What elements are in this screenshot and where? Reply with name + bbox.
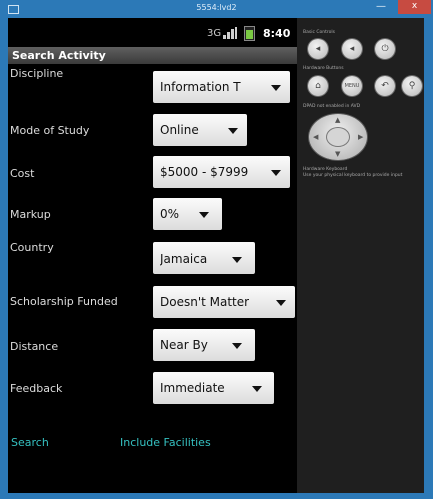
include-facilities-link[interactable]: Include Facilities [120,436,211,449]
scholarship-funded-label: Scholarship Funded [10,295,118,308]
minimize-button[interactable]: — [370,2,392,15]
feedback-label: Feedback [10,382,63,395]
country-spinner[interactable]: Jamaica [153,242,255,274]
mode-of-study-value: Online [160,123,199,137]
arrow-left-icon[interactable]: ◀ [313,133,318,141]
distance-value: Near By [160,338,208,352]
distance-label: Distance [10,340,59,353]
keyboard-title: Hardware Keyboard [303,167,348,172]
speaker-low-icon[interactable]: ◂ [308,39,328,59]
chevron-down-icon [271,170,281,176]
discipline-value: Information T [160,80,241,94]
chevron-down-icon [271,85,281,91]
hardware-buttons-label: Hardware Buttons [303,66,344,71]
dpad-status-label: DPAD not enabled in AVD [303,104,361,109]
chevron-down-icon [276,300,286,306]
mode-of-study-spinner[interactable]: Online [153,114,247,146]
arrow-up-icon[interactable]: ▲ [335,116,340,124]
signal-strength-icon [223,27,237,39]
discipline-label: Discipline [10,67,64,80]
markup-label: Markup [10,208,51,221]
scholarship-funded-spinner[interactable]: Doesn't Matter [153,286,295,318]
chevron-down-icon [232,343,242,349]
markup-value: 0% [160,207,180,221]
window-border-bottom [0,493,433,499]
window-title: 5554:lvd2 [196,3,237,12]
chevron-down-icon [228,128,238,134]
home-icon[interactable]: ⌂ [308,76,328,96]
app-title-bar: Search Activity [8,47,297,64]
power-icon[interactable]: ⏻ [375,39,395,59]
keyboard-hint: Use your physical keyboard to provide in… [303,173,403,178]
country-value: Jamaica [160,252,208,266]
markup-spinner[interactable]: 0% [153,198,222,230]
window-title-bar: 5554:lvd2 — x [0,0,433,18]
search-icon[interactable]: ⚲ [402,76,422,96]
network-type-indicator: 3G [207,28,222,39]
status-bar: 3G 8:40 [8,18,297,46]
phone-screen: 3G 8:40 Search Activity Discipline Infor… [8,18,297,493]
cost-label: Cost [10,167,35,180]
arrow-down-icon[interactable]: ▼ [335,150,340,158]
menu-icon[interactable]: MENU [342,76,362,96]
close-button[interactable]: x [398,0,431,14]
dpad-center-button[interactable] [327,128,349,146]
discipline-spinner[interactable]: Information T [153,71,290,103]
speaker-high-icon[interactable]: ◂ [342,39,362,59]
basic-controls-label: Basic Controls [303,30,335,35]
window-border-left [0,18,8,499]
chevron-down-icon [199,212,209,218]
distance-spinner[interactable]: Near By [153,329,255,361]
feedback-value: Immediate [160,381,225,395]
scholarship-funded-value: Doesn't Matter [160,295,250,309]
cost-value: $5000 - $7999 [160,165,249,179]
status-time: 8:40 [263,27,291,40]
emulator-window: 5554:lvd2 — x 3G 8:40 Search Activity Di… [0,0,433,499]
arrow-right-icon[interactable]: ▶ [358,133,363,141]
country-label: Country [10,241,54,254]
emulator-control-panel: Basic Controls ◂ ◂ ⏻ Hardware Buttons ⌂ … [297,18,424,493]
back-icon[interactable]: ↶ [375,76,395,96]
mode-of-study-label: Mode of Study [10,124,90,137]
feedback-spinner[interactable]: Immediate [153,372,274,404]
window-border-right [424,18,433,499]
search-link[interactable]: Search [11,436,49,449]
battery-icon [244,26,255,41]
dpad-control[interactable]: ▲ ▼ ◀ ▶ [309,114,367,160]
cost-spinner[interactable]: $5000 - $7999 [153,156,290,188]
app-title: Search Activity [12,49,106,62]
chevron-down-icon [252,386,262,392]
chevron-down-icon [232,257,242,263]
